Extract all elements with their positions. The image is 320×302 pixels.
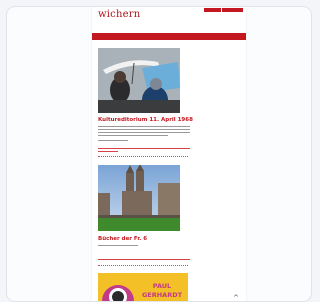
article-text — [98, 140, 128, 142]
poster-graphic: PAUL GERHARDT — [98, 273, 188, 301]
top-button-2[interactable] — [222, 8, 243, 12]
poster-title-line1: PAUL — [153, 282, 171, 290]
article-image-protest[interactable] — [98, 48, 180, 113]
article-text — [98, 129, 190, 131]
article-image-cathedral[interactable] — [98, 165, 180, 231]
chevron-up-icon[interactable]: ^ — [233, 295, 239, 302]
site-logo[interactable]: wichern — [98, 9, 140, 20]
separator-dotted — [98, 156, 188, 157]
article-text — [98, 245, 138, 247]
poster-title-line2: GERHARDT — [142, 291, 183, 299]
protest-photo — [98, 48, 180, 113]
main-navigation — [92, 33, 246, 40]
article-meta — [98, 151, 118, 152]
browser-frame: wichern Kultureditorium 11. April 1968 B… — [6, 6, 312, 302]
article-text — [98, 135, 168, 137]
article-headline-2[interactable]: Bücher der Fr. 6 — [98, 236, 147, 242]
article-headline-1[interactable]: Kultureditorium 11. April 1968 — [98, 117, 193, 123]
cathedral-photo — [98, 165, 180, 231]
top-button-1[interactable] — [204, 8, 221, 12]
webpage[interactable]: wichern Kultureditorium 11. April 1968 B… — [92, 7, 246, 301]
article-text — [98, 126, 190, 128]
article-image-poster[interactable]: PAUL GERHARDT — [98, 273, 188, 301]
article-meta — [98, 259, 190, 260]
article-meta — [98, 148, 190, 149]
article-text — [98, 132, 190, 134]
separator-dotted — [98, 265, 188, 266]
